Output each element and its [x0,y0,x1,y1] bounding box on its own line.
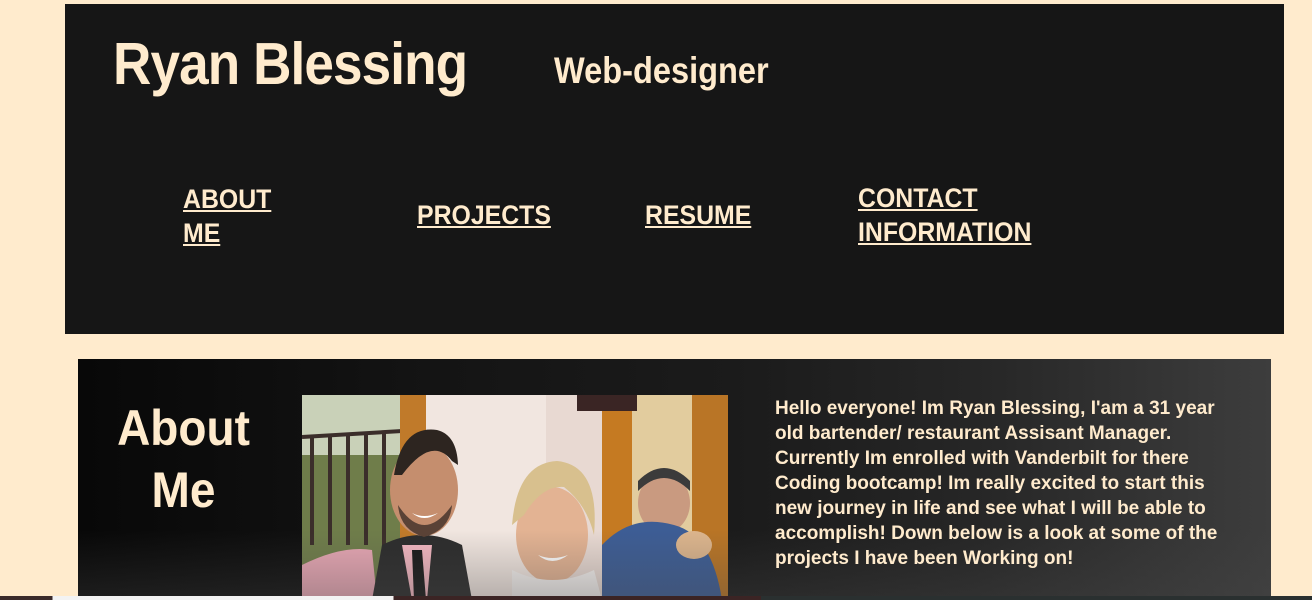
nav-link-contact-information[interactable]: CONTACT INFORMATION [858,181,1051,249]
bottom-image-strip [0,596,1312,600]
profile-photo [302,395,728,600]
about-description: Hello everyone! Im Ryan Blessing, I'am a… [775,398,1218,569]
site-header: Ryan Blessing Web-designer ABOUT ME PROJ… [65,4,1284,334]
nav-link-resume[interactable]: RESUME [645,198,751,232]
nav-link-projects[interactable]: PROJECTS [417,198,551,232]
site-subtitle: Web-designer [554,50,769,91]
about-section: About Me Hello everyone! Im Ryan Blessin… [78,359,1271,600]
nav-link-about-me[interactable]: ABOUT ME [183,182,284,250]
site-title: Ryan Blessing [113,31,468,97]
about-heading: About Me [117,400,250,518]
